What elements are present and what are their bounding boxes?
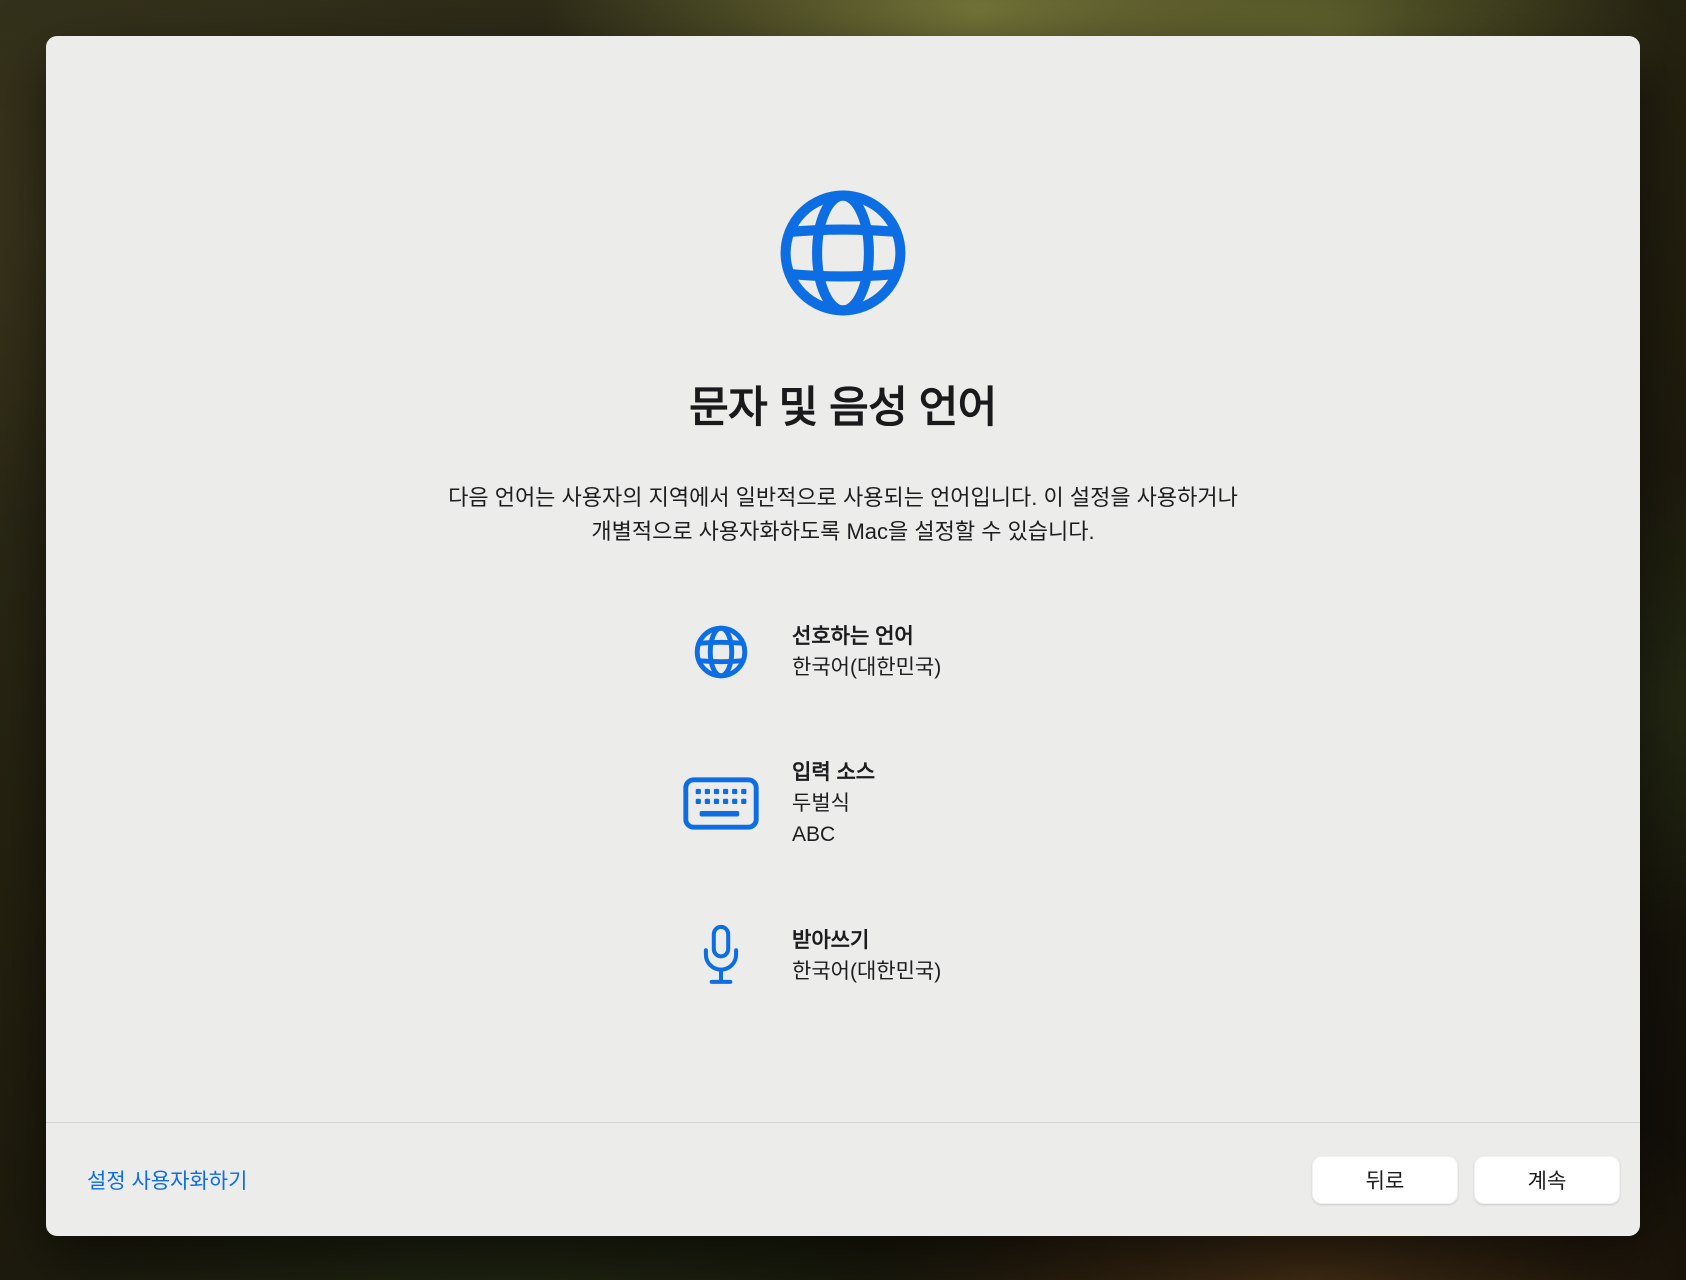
setting-value-preferred-language: 한국어(대한민국): [792, 652, 941, 683]
microphone-icon: [683, 924, 759, 988]
setting-value-input-source-2: ABC: [792, 819, 875, 850]
footer-buttons: 뒤로 계속: [1312, 1156, 1620, 1204]
desktop-background: { "window": { "title": "문자 및 음성 언어", "de…: [0, 0, 1686, 1280]
globe-icon-svg: [773, 183, 913, 323]
language-setup-content: 문자 및 음성 언어 다음 언어는 사용자의 지역에서 일반적으로 사용되는 언…: [46, 36, 1640, 1122]
language-settings-list: 선호하는 언어 한국어(대한민국) 입력 소스: [683, 621, 1003, 988]
setting-value-input-source-1: 두벌식: [792, 788, 875, 819]
back-button[interactable]: 뒤로: [1312, 1156, 1458, 1204]
list-item-dictation: 받아쓰기 한국어(대한민국): [683, 924, 1003, 988]
description-line-2: 개별적으로 사용자화하도록 Mac을 설정할 수 있습니다.: [591, 519, 1094, 544]
setting-label-dictation: 받아쓰기: [792, 925, 941, 956]
setting-value-dictation: 한국어(대한민국): [792, 956, 941, 987]
page-description: 다음 언어는 사용자의 지역에서 일반적으로 사용되는 언어입니다. 이 설정을…: [46, 481, 1640, 549]
continue-button[interactable]: 계속: [1474, 1156, 1620, 1204]
globe-small-icon: [683, 623, 759, 681]
list-item-input-sources: 입력 소스 두벌식 ABC: [683, 757, 1003, 850]
customize-settings-link[interactable]: 설정 사용자화하기: [87, 1165, 247, 1195]
globe-icon: [46, 183, 1640, 323]
keyboard-icon: [683, 777, 759, 830]
setting-label-preferred-language: 선호하는 언어: [792, 621, 941, 652]
description-line-1: 다음 언어는 사용자의 지역에서 일반적으로 사용되는 언어입니다. 이 설정을…: [448, 485, 1238, 510]
page-title: 문자 및 음성 언어: [46, 373, 1640, 435]
list-item-preferred-language: 선호하는 언어 한국어(대한민국): [683, 621, 1003, 683]
setting-label-input-sources: 입력 소스: [792, 757, 875, 788]
setup-assistant-window: 문자 및 음성 언어 다음 언어는 사용자의 지역에서 일반적으로 사용되는 언…: [46, 36, 1640, 1236]
footer-bar: 설정 사용자화하기 뒤로 계속: [46, 1122, 1640, 1236]
